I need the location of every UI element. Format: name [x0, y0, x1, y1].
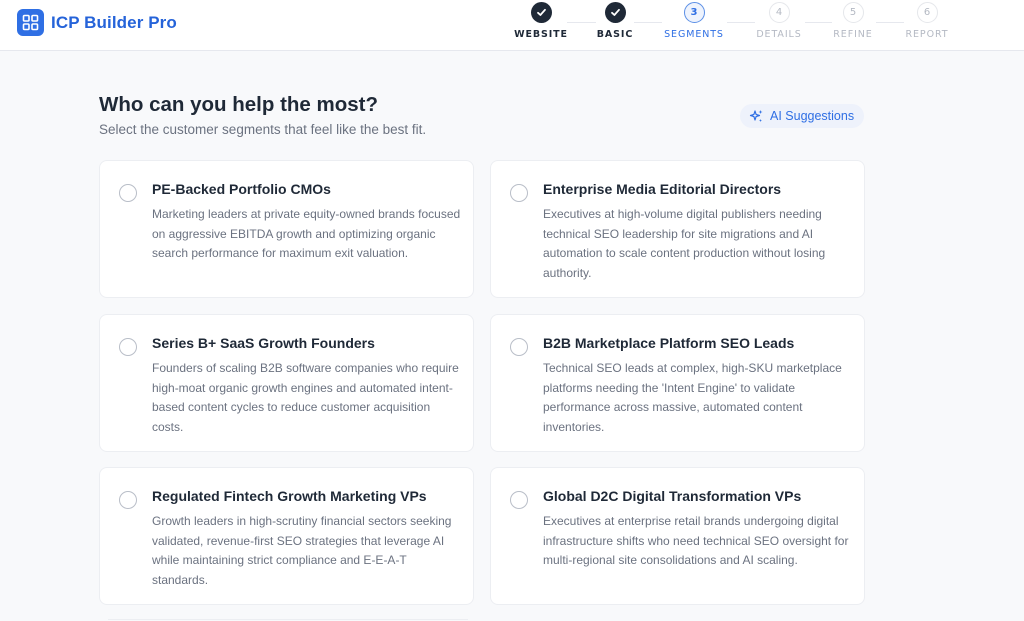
- check-icon: [530, 2, 552, 23]
- step-label: SEGMENTS: [664, 29, 724, 40]
- segment-title: Global D2C Digital Transformation VPs: [543, 488, 802, 504]
- step-refine[interactable]: 5 REFINE: [823, 2, 883, 40]
- step-number: 4: [768, 2, 790, 23]
- segment-radio[interactable]: [119, 491, 137, 509]
- segment-title: Enterprise Media Editorial Directors: [543, 181, 782, 197]
- sparkles-icon: [749, 109, 763, 122]
- segment-radio[interactable]: [510, 184, 528, 202]
- segment-card[interactable]: Series B+ SaaS Growth Founders Founders …: [99, 314, 474, 452]
- segment-title: Series B+ SaaS Growth Founders: [152, 335, 375, 351]
- step-segments[interactable]: 3 SEGMENTS: [664, 2, 724, 40]
- step-label: REPORT: [905, 29, 949, 40]
- step-website[interactable]: WEBSITE: [511, 2, 571, 40]
- step-label: DETAILS: [756, 29, 802, 40]
- step-report[interactable]: 6 REPORT: [897, 2, 957, 40]
- page-subtitle: Select the customer segments that feel l…: [99, 122, 427, 137]
- segment-description: Executives at enterprise retail brands u…: [543, 514, 849, 567]
- ai-suggestions-label: AI Suggestions: [770, 109, 855, 123]
- step-label: BASIC: [596, 29, 634, 40]
- step-label: REFINE: [833, 29, 873, 40]
- step-number: 3: [683, 2, 705, 23]
- segment-radio[interactable]: [510, 491, 528, 509]
- segment-radio[interactable]: [510, 338, 528, 356]
- grid-logo-icon: [17, 9, 44, 36]
- segment-card[interactable]: Regulated Fintech Growth Marketing VPs G…: [99, 467, 474, 605]
- segment-card[interactable]: Enterprise Media Editorial Directors Exe…: [490, 160, 865, 298]
- segment-radio[interactable]: [119, 338, 137, 356]
- segment-card[interactable]: B2B Marketplace Platform SEO Leads Techn…: [490, 314, 865, 452]
- step-number: 5: [842, 2, 864, 23]
- segment-description: Technical SEO leads at complex, high-SKU…: [543, 361, 842, 434]
- segment-card[interactable]: PE-Backed Portfolio CMOs Marketing leade…: [99, 160, 474, 298]
- page-title: Who can you help the most?: [99, 93, 379, 116]
- segment-card[interactable]: Global D2C Digital Transformation VPs Ex…: [490, 467, 865, 605]
- top-header: ICP Builder Pro WEBSITE BASIC 3 SEGMENTS…: [0, 0, 1024, 51]
- step-basic[interactable]: BASIC: [585, 2, 645, 40]
- ai-suggestions-button[interactable]: AI Suggestions: [740, 104, 865, 128]
- segment-description: Marketing leaders at private equity-owne…: [152, 207, 461, 260]
- segment-description: Founders of scaling B2B software compani…: [152, 361, 459, 434]
- segment-radio[interactable]: [119, 184, 137, 202]
- segment-description: Executives at high-volume digital publis…: [543, 207, 826, 280]
- segment-title: Regulated Fintech Growth Marketing VPs: [152, 488, 427, 504]
- segment-title: B2B Marketplace Platform SEO Leads: [543, 335, 795, 351]
- step-label: WEBSITE: [514, 29, 568, 40]
- step-details[interactable]: 4 DETAILS: [749, 2, 809, 40]
- app-name: ICP Builder Pro: [51, 12, 177, 32]
- step-number: 6: [916, 2, 938, 23]
- segment-title: PE-Backed Portfolio CMOs: [152, 181, 331, 197]
- check-icon: [604, 2, 626, 23]
- segment-description: Growth leaders in high-scrutiny financia…: [152, 514, 452, 587]
- brand[interactable]: ICP Builder Pro: [17, 9, 177, 36]
